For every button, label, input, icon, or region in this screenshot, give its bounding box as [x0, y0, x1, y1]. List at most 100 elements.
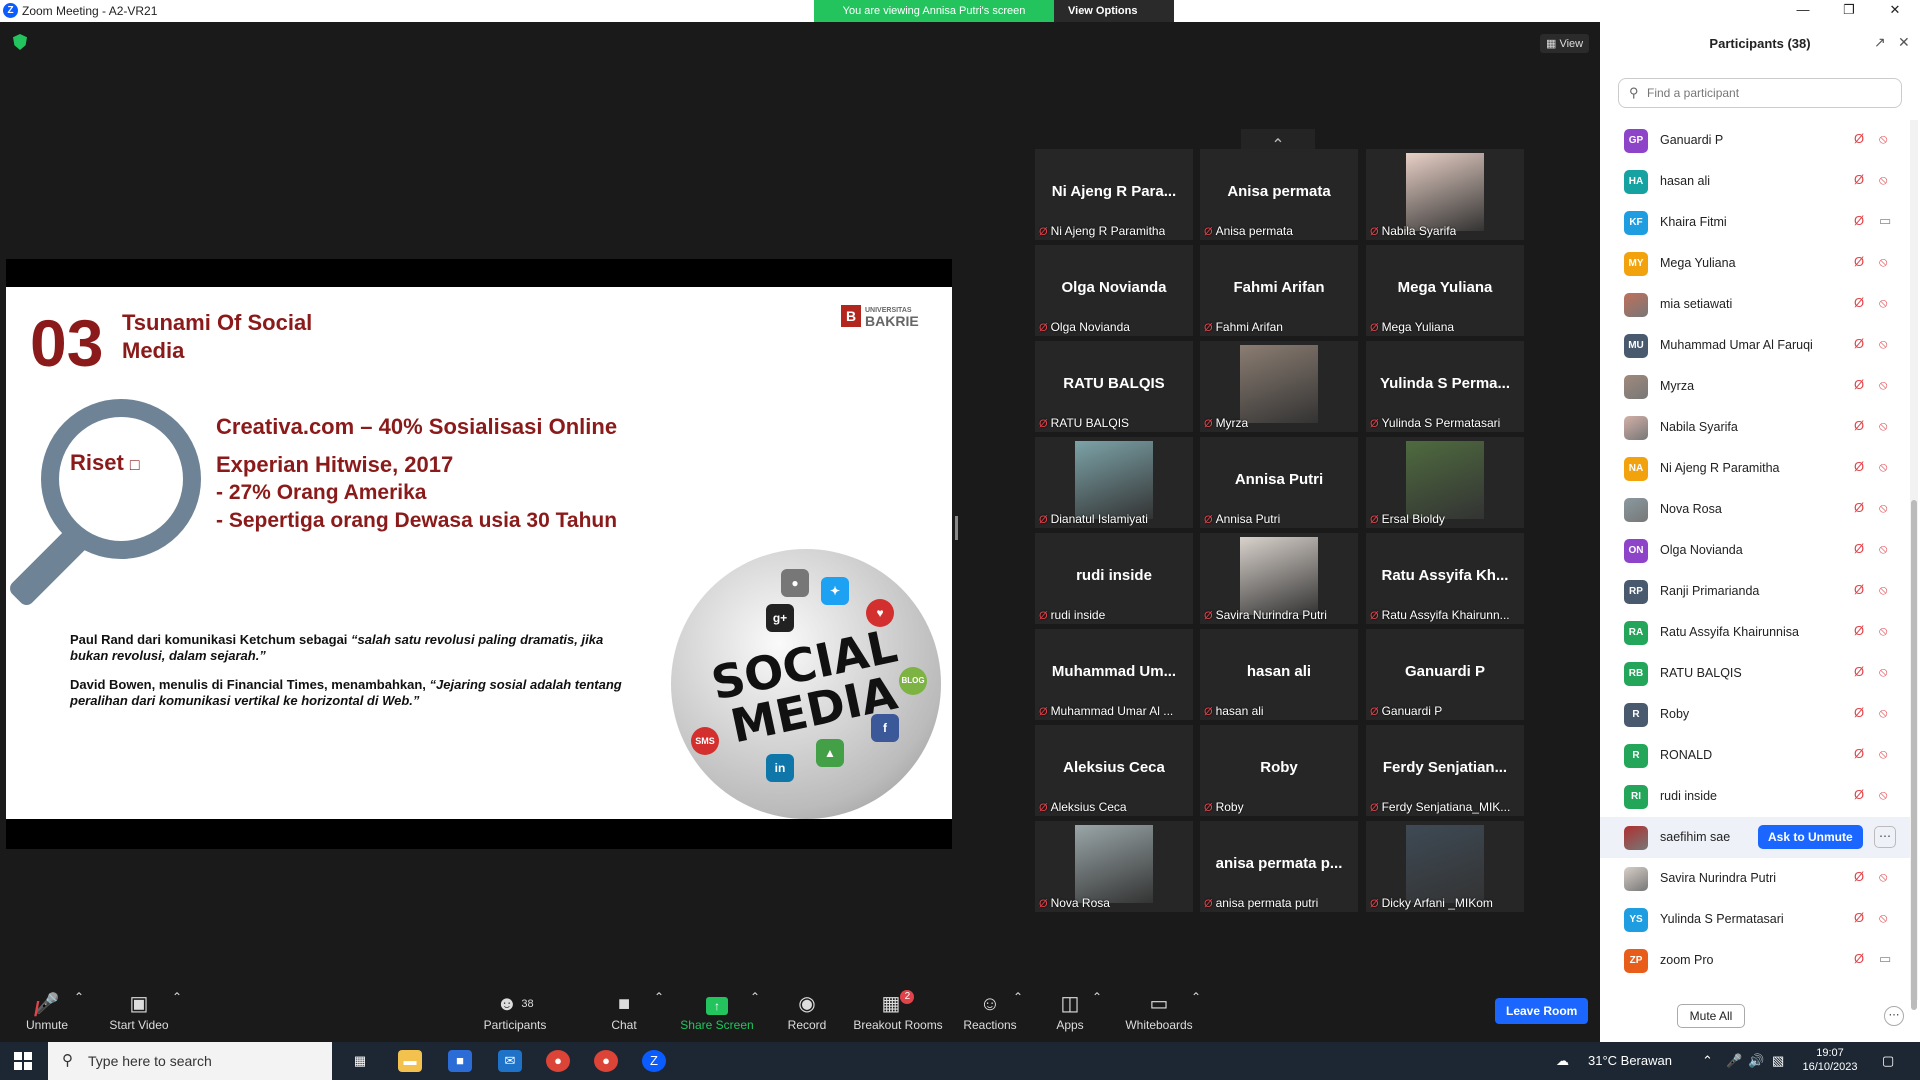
participant-row[interactable]: Myrza Ø ⦸: [1600, 366, 1910, 407]
participant-list-scrollbar[interactable]: [1910, 120, 1918, 1010]
chat-button[interactable]: ■ Chat: [604, 990, 644, 1032]
tray-chevron-up-icon[interactable]: ⌃: [1702, 1053, 1713, 1069]
file-explorer-icon[interactable]: ▬: [398, 1050, 422, 1072]
video-tile[interactable]: Mega Yuliana Ø Mega Yuliana: [1366, 245, 1524, 336]
video-tile[interactable]: Aleksius Ceca Ø Aleksius Ceca: [1035, 725, 1193, 816]
participant-more-icon[interactable]: ⋯: [1874, 826, 1896, 848]
mute-all-button[interactable]: Mute All: [1677, 1004, 1745, 1028]
participants-button[interactable]: ☻ 38 Participants: [480, 990, 550, 1032]
find-participant-input[interactable]: ⚲ Find a participant: [1618, 78, 1902, 108]
windows-start-icon[interactable]: [14, 1052, 32, 1070]
participant-row[interactable]: Savira Nurindra Putri Ø ⦸: [1600, 858, 1910, 899]
zoom-taskbar-icon[interactable]: Z: [642, 1050, 666, 1072]
start-video-button[interactable]: ▣ Start Video: [106, 990, 172, 1032]
notification-icon[interactable]: ▢: [1882, 1053, 1894, 1069]
video-tile[interactable]: Ø Ersal Bioldy: [1366, 437, 1524, 528]
apps-caret-icon[interactable]: ⌃: [1092, 990, 1102, 1004]
video-tile[interactable]: Roby Ø Roby: [1200, 725, 1358, 816]
participant-row[interactable]: HA hasan ali Ø ⦸: [1600, 161, 1910, 202]
weather-text[interactable]: 31°C Berawan: [1588, 1053, 1672, 1068]
video-tile[interactable]: Ø Myrza: [1200, 341, 1358, 432]
task-view-icon[interactable]: ▦: [348, 1050, 372, 1072]
share-screen-button[interactable]: ↑ Share Screen: [680, 990, 754, 1032]
participant-row[interactable]: saefihim sae Ask to Unmute ⋯: [1600, 817, 1910, 858]
chat-caret-icon[interactable]: ⌃: [654, 990, 664, 1004]
video-tile[interactable]: Anisa permata Ø Anisa permata: [1200, 149, 1358, 240]
participant-row[interactable]: YS Yulinda S Permatasari Ø ⦸: [1600, 899, 1910, 940]
whiteboards-button[interactable]: ▭ Whiteboards: [1124, 990, 1194, 1032]
tile-label-text: Dianatul Islamiyati: [1050, 512, 1148, 526]
maximize-icon[interactable]: ❐: [1834, 2, 1864, 18]
close-panel-icon[interactable]: ✕: [1898, 34, 1910, 51]
video-tile[interactable]: Ganuardi P Ø Ganuardi P: [1366, 629, 1524, 720]
apps-button[interactable]: ◫ Apps: [1050, 990, 1090, 1032]
video-options-caret-icon[interactable]: ⌃: [172, 990, 182, 1004]
scrollbar-thumb[interactable]: [1911, 500, 1917, 1010]
clock[interactable]: 19:07 16/10/2023: [1795, 1046, 1865, 1074]
video-tile[interactable]: Ø Savira Nurindra Putri: [1200, 533, 1358, 624]
chrome-icon[interactable]: ●: [546, 1050, 570, 1072]
reactions-button[interactable]: ☺ Reactions: [962, 990, 1018, 1032]
view-options-button[interactable]: View Options ⌄: [1054, 0, 1174, 30]
view-button[interactable]: ▦ View: [1540, 34, 1590, 53]
video-tile[interactable]: Ferdy Senjatian... Ø Ferdy Senjatiana_MIK.…: [1366, 725, 1524, 816]
speaker-icon[interactable]: 🔊: [1748, 1053, 1764, 1069]
leave-room-button[interactable]: Leave Room: [1495, 998, 1589, 1024]
breakout-rooms-button[interactable]: ▦ 2 Breakout Rooms: [850, 990, 946, 1032]
participant-row[interactable]: MY Mega Yuliana Ø ⦸: [1600, 243, 1910, 284]
microphone-tray-icon[interactable]: 🎤: [1726, 1053, 1742, 1069]
unmute-button[interactable]: 🎤 / Unmute: [22, 990, 72, 1032]
minimize-icon[interactable]: —: [1788, 2, 1818, 17]
muted-mic-icon: Ø: [1039, 322, 1048, 334]
security-shield-icon[interactable]: [13, 34, 27, 50]
video-tile[interactable]: Muhammad Um... Ø Muhammad Umar Al ...: [1035, 629, 1193, 720]
whiteboards-caret-icon[interactable]: ⌃: [1191, 990, 1201, 1004]
mail-icon[interactable]: ✉: [498, 1050, 522, 1072]
video-tile[interactable]: Annisa Putri Ø Annisa Putri: [1200, 437, 1358, 528]
participant-row[interactable]: Nova Rosa Ø ⦸: [1600, 489, 1910, 530]
video-tile[interactable]: Ø Nova Rosa: [1035, 821, 1193, 912]
tile-display-name: Ganuardi P: [1404, 663, 1486, 680]
more-options-icon[interactable]: ⋯: [1884, 1006, 1904, 1026]
participant-row[interactable]: Nabila Syarifa Ø ⦸: [1600, 407, 1910, 448]
video-tile[interactable]: Yulinda S Perma... Ø Yulinda S Permatasari: [1366, 341, 1524, 432]
video-tile[interactable]: hasan ali Øhasan ali: [1200, 629, 1358, 720]
video-tile[interactable]: Ø Dianatul Islamiyati: [1035, 437, 1193, 528]
video-tile[interactable]: rudi inside Ørudi inside: [1035, 533, 1193, 624]
close-window-icon[interactable]: ✕: [1880, 2, 1910, 18]
chrome-profile-icon[interactable]: ●: [594, 1050, 618, 1072]
participant-row[interactable]: NA Ni Ajeng R Paramitha Ø ⦸: [1600, 448, 1910, 489]
video-tile[interactable]: Olga Novianda Ø Olga Novianda: [1035, 245, 1193, 336]
share-caret-icon[interactable]: ⌃: [750, 990, 760, 1004]
participant-row[interactable]: RI rudi inside Ø ⦸: [1600, 776, 1910, 817]
participant-name: Olga Novianda: [1660, 543, 1743, 557]
participant-list[interactable]: GP Ganuardi P Ø ⦸ HA hasan ali Ø ⦸ KF Khaira Fitm…: [1600, 120, 1910, 1000]
participant-row[interactable]: R Roby Ø ⦸: [1600, 694, 1910, 735]
split-resize-handle[interactable]: [955, 516, 958, 540]
network-icon[interactable]: ▧: [1772, 1053, 1784, 1069]
participant-row[interactable]: KF Khaira Fitmi Ø ▭: [1600, 202, 1910, 243]
participant-row[interactable]: mia setiawati Ø ⦸: [1600, 284, 1910, 325]
video-tile[interactable]: Fahmi Arifan Ø Fahmi Arifan: [1200, 245, 1358, 336]
participant-row[interactable]: MU Muhammad Umar Al Faruqi Ø ⦸: [1600, 325, 1910, 366]
participant-row[interactable]: RB RATU BALQIS Ø ⦸: [1600, 653, 1910, 694]
store-icon[interactable]: ■: [448, 1050, 472, 1072]
video-tile[interactable]: Ø Nabila Syarifa: [1366, 149, 1524, 240]
taskbar-search-box[interactable]: ⚲ Type here to search: [48, 1042, 332, 1080]
video-tile[interactable]: Ratu Assyifa Kh... Ø Ratu Assyifa Khairunn…: [1366, 533, 1524, 624]
reactions-caret-icon[interactable]: ⌃: [1013, 990, 1023, 1004]
participant-row[interactable]: GP Ganuardi P Ø ⦸: [1600, 120, 1910, 161]
participant-row[interactable]: ON Olga Novianda Ø ⦸: [1600, 530, 1910, 571]
video-tile[interactable]: Ni Ajeng R Para... Ø Ni Ajeng R Paramitha: [1035, 149, 1193, 240]
ask-to-unmute-button[interactable]: Ask to Unmute: [1758, 825, 1863, 849]
participant-row[interactable]: R RONALD Ø ⦸: [1600, 735, 1910, 776]
participant-row[interactable]: RP Ranji Primarianda Ø ⦸: [1600, 571, 1910, 612]
audio-options-caret-icon[interactable]: ⌃: [74, 990, 84, 1004]
participant-row[interactable]: RA Ratu Assyifa Khairunnisa Ø ⦸: [1600, 612, 1910, 653]
video-tile[interactable]: RATU BALQIS Ø RATU BALQIS: [1035, 341, 1193, 432]
record-button[interactable]: ◉ Record: [785, 990, 829, 1032]
video-tile[interactable]: anisa permata p... Øanisa permata putri: [1200, 821, 1358, 912]
video-tile[interactable]: Ø Dicky Arfani _MIKom: [1366, 821, 1524, 912]
pop-out-icon[interactable]: ↗: [1874, 34, 1886, 51]
participant-row[interactable]: ZP zoom Pro Ø ▭: [1600, 940, 1910, 981]
